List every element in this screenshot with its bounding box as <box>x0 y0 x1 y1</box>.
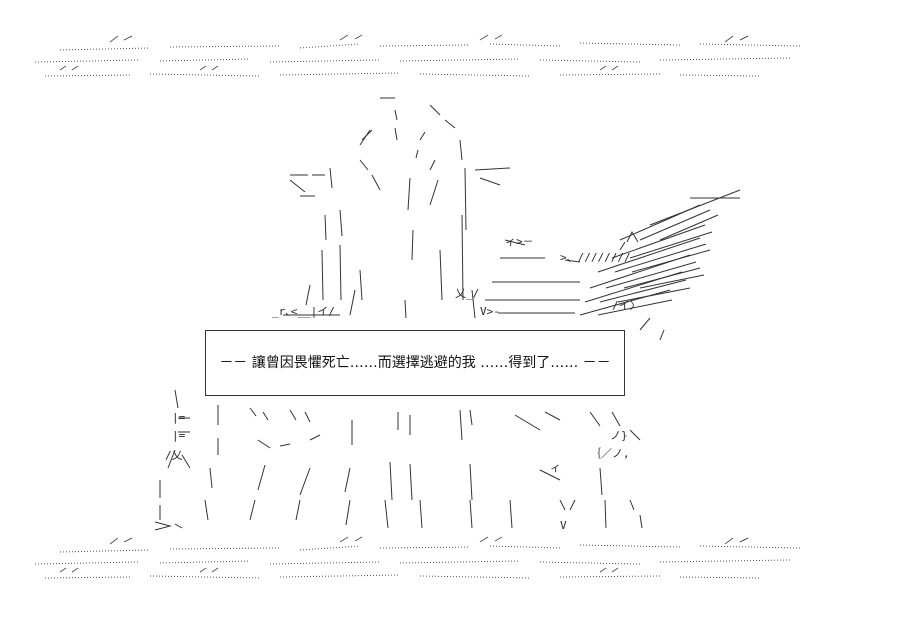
wing-hatch <box>579 189 741 341</box>
art-fragment-x: 乂_/ <box>455 287 480 300</box>
art-fragment-eq2: |= <box>172 429 186 442</box>
art-fragment-r: _r､<__|イ/ <box>272 305 335 318</box>
caption-text: －－ 讓曾因畏懼死亡……而選擇逃避的我 ……得到了…… －－ <box>219 355 611 371</box>
bottom-border-pattern <box>34 536 801 579</box>
ascii-art-lines <box>34 34 801 579</box>
art-fragment-v2: V <box>560 519 567 532</box>
lower-body <box>154 389 643 531</box>
art-fragment-y: ィ <box>550 461 561 474</box>
art-fragment-gt: ィ>－ <box>505 235 534 248</box>
art-fragment-ll: ｛／ノ, <box>590 447 630 460</box>
art-fragment-arrow: >、//////// <box>560 251 631 264</box>
art-fragment-ll2: ノ} <box>610 429 628 442</box>
art-fragment-eq1: |= <box>172 411 186 424</box>
ascii-art-scene: ィ>－ >、//////// 乂_/ V>- _r､<__|イ/ /イ〉 /乂 … <box>0 0 908 622</box>
top-border-pattern <box>34 34 801 77</box>
art-fragment-v: V>- <box>480 305 500 318</box>
caption-box: －－ 讓曾因畏懼死亡……而選擇逃避的我 ……得到了…… －－ <box>205 330 625 396</box>
figure-outline <box>283 97 581 319</box>
art-fragment-wing: /イ〉 <box>612 299 641 312</box>
art-fragment-yi: /乂 <box>165 449 183 462</box>
